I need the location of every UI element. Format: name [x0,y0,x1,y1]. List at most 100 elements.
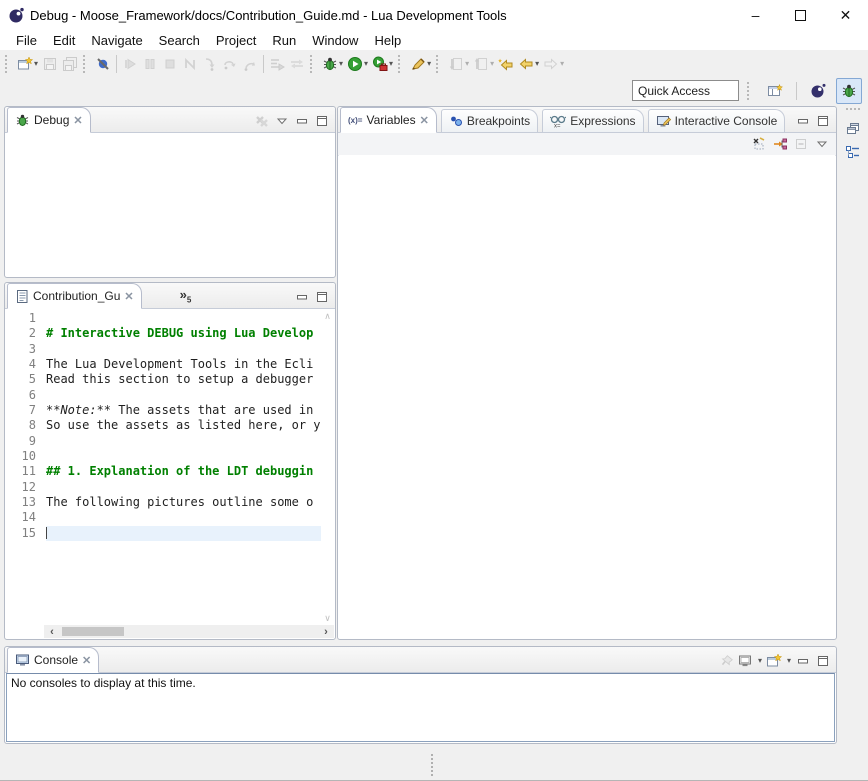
variables-maximize-icon[interactable] [815,113,831,129]
toolbar-grip[interactable] [83,55,90,73]
debug-view-minimize-icon[interactable] [294,113,310,129]
tab-interactive-console-label: Interactive Console [675,114,778,128]
debug-button[interactable]: ▾ [320,53,345,75]
editor-line: 2# Interactive DEBUG using Lua Develop [6,326,321,341]
editor-line: 14 [6,510,321,525]
hidden-editors-chevron[interactable]: »5 [180,287,192,305]
forward-dropdown-icon: ▾ [560,60,564,68]
open-console-dropdown-icon[interactable]: ▾ [787,657,791,665]
menu-navigate[interactable]: Navigate [83,30,150,50]
console-content[interactable]: No consoles to display at this time. [6,673,835,742]
menu-run[interactable]: Run [264,30,304,50]
debug-view-maximize-icon[interactable] [314,113,330,129]
close-window-icon[interactable]: ✕ [823,0,868,30]
tab-expressions[interactable]: x= Expressions [542,109,643,132]
editor-line: 11## 1. Explanation of the LDT debuggin [6,464,321,479]
menu-window[interactable]: Window [304,30,366,50]
lua-perspective-button[interactable] [805,78,831,104]
back-dropdown-icon[interactable]: ▾ [535,60,539,68]
tab-interactive-console[interactable]: Interactive Console [648,109,786,132]
console-panel-buttons: ▾ ▾ [717,653,836,672]
display-console-dropdown-icon[interactable]: ▾ [758,657,762,665]
variables-minimize-icon[interactable] [795,113,811,129]
external-tools-dropdown-icon[interactable]: ▾ [389,60,393,68]
menu-bar: File Edit Navigate Search Project Run Wi… [0,30,868,50]
line-number: 9 [6,434,46,449]
line-number: 4 [6,357,46,372]
perspective-toolbar: Quick Access [0,77,868,104]
previous-annotation-dropdown-icon: ▾ [490,60,494,68]
tab-variables[interactable]: (x)= Variables ✕ [340,107,437,133]
debug-dropdown-icon[interactable]: ▾ [339,60,343,68]
maximize-window-icon[interactable] [778,0,823,30]
run-dropdown-icon[interactable]: ▾ [364,60,368,68]
line-text: **Note:** The assets that are used in [46,403,321,418]
line-text-rest: The assets that are used in [111,403,313,417]
display-selected-console-icon[interactable] [737,653,753,669]
last-edit-location-button[interactable] [496,53,516,75]
new-wizard-button[interactable]: ▾ [15,53,40,75]
toolbar-grip[interactable] [5,55,12,73]
variables-content[interactable] [339,155,835,638]
tab-breakpoints[interactable]: Breakpoints [441,109,538,132]
quick-access-input[interactable]: Quick Access [632,80,739,101]
open-perspective-button[interactable] [762,78,788,104]
menu-help[interactable]: Help [366,30,409,50]
tab-debug-close-icon[interactable]: ✕ [73,114,82,127]
toolbar-grip[interactable] [747,82,754,100]
editor-content[interactable]: 1 2# Interactive DEBUG using Lua Develop… [6,309,334,638]
editor-line: 3 [6,342,321,357]
tab-variables-close-icon[interactable]: ✕ [420,114,429,127]
tab-console-close-icon[interactable]: ✕ [82,654,91,667]
debug-view-content[interactable] [6,133,334,276]
show-logical-structure-icon[interactable] [772,136,788,152]
back-button[interactable]: ▾ [516,53,541,75]
menu-project[interactable]: Project [208,30,264,50]
scroll-down-icon[interactable]: ∨ [324,613,331,624]
bottom-trim-handle[interactable] [431,754,435,776]
hscroll-thumb[interactable] [62,627,124,636]
outline-view-icon[interactable] [845,144,861,160]
marker-pen-button[interactable]: ▾ [408,53,433,75]
external-tools-button[interactable]: ▾ [370,53,395,75]
minimize-window-icon[interactable]: – [733,0,778,30]
editor-text-area[interactable]: 1 2# Interactive DEBUG using Lua Develop… [6,311,321,624]
tab-console[interactable]: Console ✕ [7,647,99,673]
toolbar-grip[interactable] [436,55,443,73]
tab-editor-contribution-guide[interactable]: Contribution_Gu ✕ [7,283,142,309]
menu-edit[interactable]: Edit [45,30,83,50]
run-button[interactable]: ▾ [345,53,370,75]
editor-vertical-scrollbar[interactable]: ∧ ∨ [321,311,334,624]
editor-horizontal-scrollbar[interactable]: ‹ › [44,625,334,638]
pin-console-icon [717,653,733,669]
editor-maximize-icon[interactable] [314,289,330,305]
scroll-left-icon[interactable]: ‹ [44,626,60,638]
marker-pen-dropdown-icon[interactable]: ▾ [427,60,431,68]
editor-line: 7**Note:** The assets that are used in [6,403,321,418]
new-wizard-dropdown-icon[interactable]: ▾ [34,60,38,68]
step-into-icon [202,56,218,72]
variables-view-menu-icon[interactable] [814,136,830,152]
toolbar-grip[interactable] [398,55,405,73]
trim-drag-handle[interactable] [846,108,860,112]
skip-all-breakpoints-button[interactable] [93,53,113,75]
editor-current-line: 15 [6,526,321,541]
toolbar-grip[interactable] [310,55,317,73]
debug-perspective-button[interactable] [836,78,862,104]
restore-view-icon[interactable] [845,120,861,136]
menu-file[interactable]: File [8,30,45,50]
open-console-icon[interactable] [766,653,782,669]
debug-view-menu-icon[interactable] [274,113,290,129]
editor-minimize-icon[interactable] [294,289,310,305]
show-type-names-icon[interactable] [751,136,767,152]
scroll-up-icon[interactable]: ∧ [324,311,331,322]
tab-editor-close-icon[interactable]: ✕ [124,290,133,303]
next-annotation-dropdown-icon: ▾ [465,60,469,68]
scroll-right-icon[interactable]: › [318,626,334,638]
console-maximize-icon[interactable] [815,653,831,669]
menu-search[interactable]: Search [151,30,208,50]
line-text [46,434,321,449]
editor-line: 1 [6,311,321,326]
tab-debug[interactable]: Debug ✕ [7,107,91,133]
console-minimize-icon[interactable] [795,653,811,669]
